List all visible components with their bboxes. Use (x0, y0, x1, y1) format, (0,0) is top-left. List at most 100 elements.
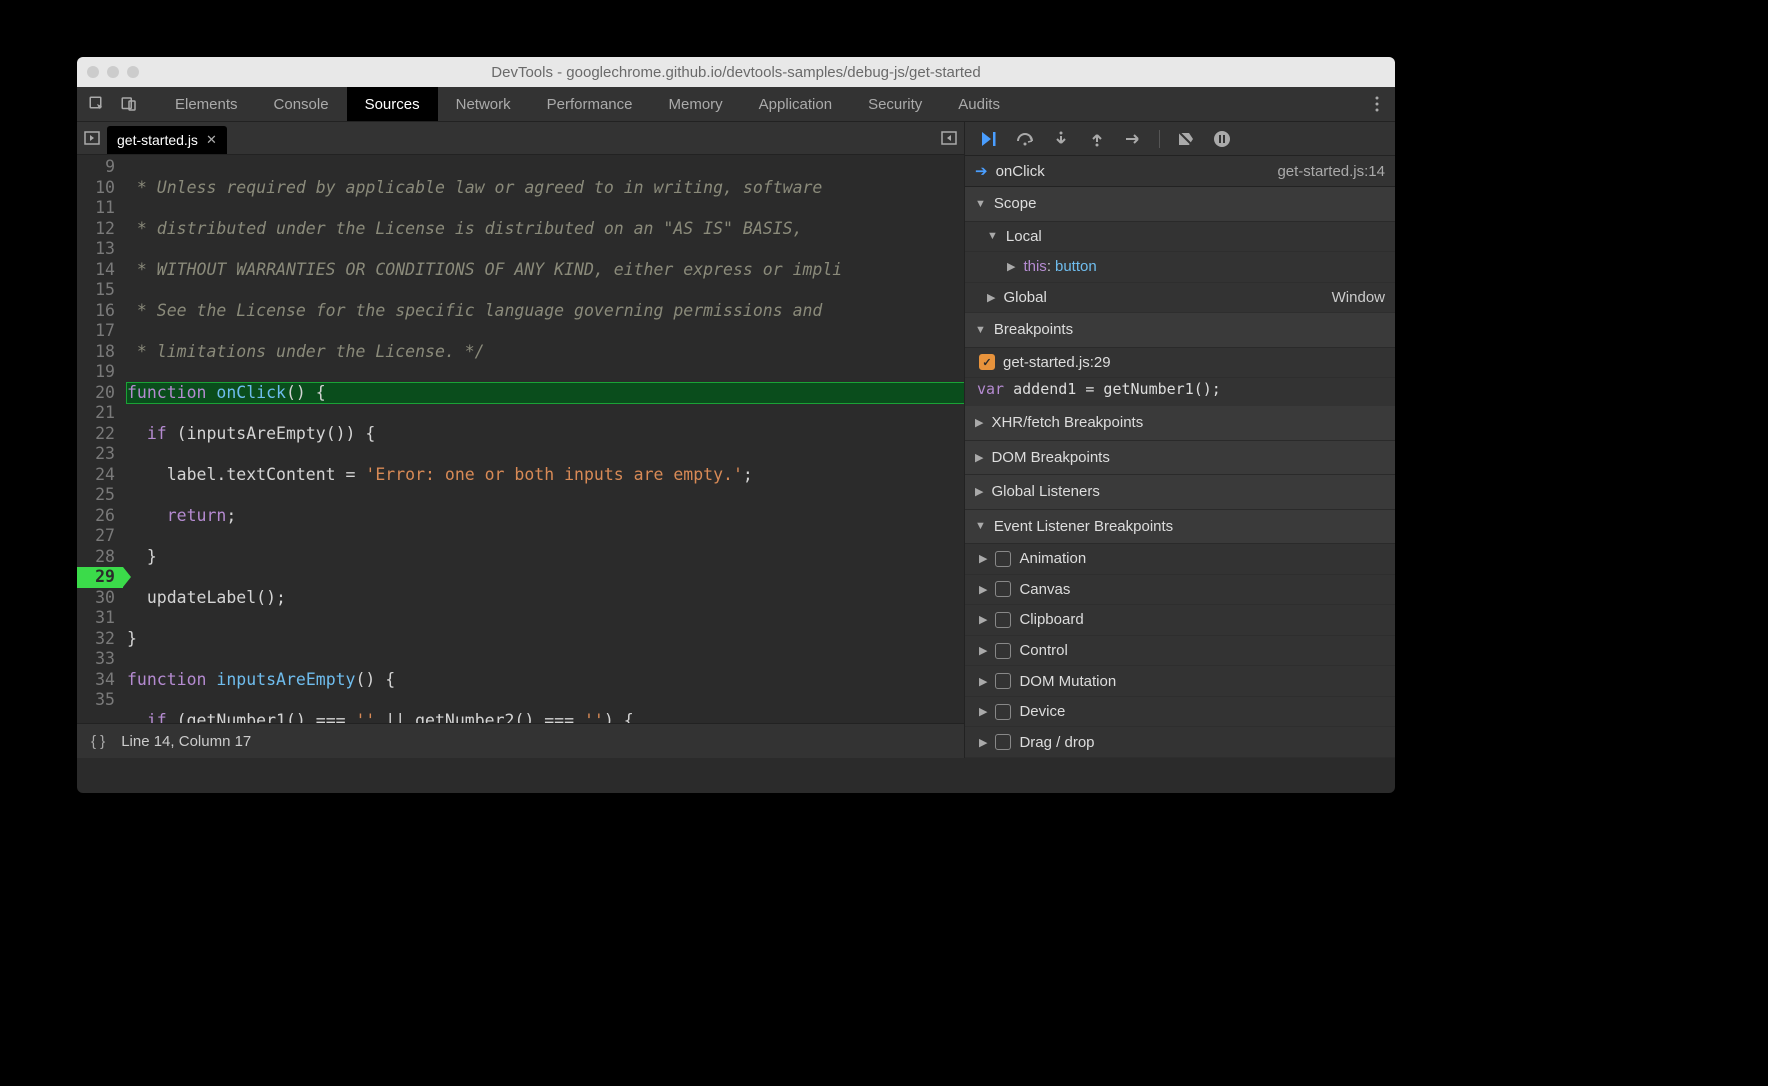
navigator-toggle-icon[interactable] (77, 130, 107, 146)
editor-pane: get-started.js ✕ 9 10 11 12 13 14 15 16 (77, 122, 964, 758)
line-number[interactable]: 14 (77, 260, 123, 281)
line-number[interactable]: 25 (77, 485, 123, 506)
line-number[interactable]: 21 (77, 403, 123, 424)
debugger-toggle-icon[interactable] (934, 130, 964, 146)
scope-section-header[interactable]: ▼Scope (965, 187, 1395, 221)
breakpoints-section-header[interactable]: ▼Breakpoints (965, 313, 1395, 347)
checkbox-icon[interactable] (995, 581, 1011, 597)
disclosure-right-icon: ▶ (979, 736, 987, 749)
xhr-breakpoints-header[interactable]: ▶XHR/fetch Breakpoints (965, 406, 1395, 440)
disclosure-right-icon: ▶ (975, 451, 983, 464)
line-number[interactable]: 26 (77, 506, 123, 527)
scope-variable-row[interactable]: ▶this: button (965, 252, 1395, 283)
line-number[interactable]: 11 (77, 198, 123, 219)
tab-memory[interactable]: Memory (651, 87, 741, 121)
line-number[interactable]: 24 (77, 465, 123, 486)
debugger-pane: ➔ onClick get-started.js:14 ▼Scope ▼Loca… (964, 122, 1395, 758)
tab-sources[interactable]: Sources (347, 87, 438, 121)
file-tab[interactable]: get-started.js ✕ (107, 126, 227, 154)
line-number[interactable]: 34 (77, 670, 123, 691)
line-number[interactable]: 17 (77, 321, 123, 342)
line-number[interactable]: 33 (77, 649, 123, 670)
elb-category[interactable]: ▶Device (965, 697, 1395, 728)
elb-category[interactable]: ▶Clipboard (965, 605, 1395, 636)
line-number[interactable]: 19 (77, 362, 123, 383)
step-out-icon[interactable] (1087, 129, 1107, 149)
code-content[interactable]: * Unless required by applicable law or a… (123, 155, 964, 723)
checkbox-icon[interactable] (995, 704, 1011, 720)
line-number[interactable]: 22 (77, 424, 123, 445)
code-editor[interactable]: 9 10 11 12 13 14 15 16 17 18 19 20 21 22… (77, 155, 964, 723)
tab-console[interactable]: Console (256, 87, 347, 121)
line-number[interactable]: 23 (77, 444, 123, 465)
global-listeners-header[interactable]: ▶Global Listeners (965, 475, 1395, 509)
tab-network[interactable]: Network (438, 87, 529, 121)
step-icon[interactable] (1123, 129, 1143, 149)
line-number[interactable]: 18 (77, 342, 123, 363)
line-number[interactable]: 13 (77, 239, 123, 260)
disclosure-right-icon: ▶ (987, 291, 995, 304)
elb-category[interactable]: ▶Drag / drop (965, 727, 1395, 758)
disclosure-right-icon: ▶ (979, 705, 987, 718)
kebab-menu-icon[interactable] (1365, 96, 1389, 112)
line-number[interactable]: 12 (77, 219, 123, 240)
line-number[interactable]: 15 (77, 280, 123, 301)
line-number[interactable]: 31 (77, 608, 123, 629)
devtools-window: DevTools - googlechrome.github.io/devtoo… (77, 57, 1395, 793)
call-frame-arrow-icon: ➔ (975, 162, 988, 180)
debugger-toolbar (965, 122, 1395, 156)
dom-breakpoints-header[interactable]: ▶DOM Breakpoints (965, 441, 1395, 475)
elb-category[interactable]: ▶Canvas (965, 575, 1395, 606)
call-frame-location: get-started.js:14 (1277, 163, 1385, 180)
line-number[interactable]: 27 (77, 526, 123, 547)
step-into-icon[interactable] (1051, 129, 1071, 149)
tab-application[interactable]: Application (741, 87, 850, 121)
step-over-icon[interactable] (1015, 129, 1035, 149)
breakpoint-item[interactable]: get-started.js:29 (965, 348, 1395, 379)
line-number[interactable]: 35 (77, 690, 123, 711)
tab-audits[interactable]: Audits (940, 87, 1018, 121)
checkbox-icon[interactable] (995, 734, 1011, 750)
line-number-breakpoint[interactable]: 29 (77, 567, 123, 588)
tab-security[interactable]: Security (850, 87, 940, 121)
resume-icon[interactable] (979, 129, 999, 149)
disclosure-right-icon: ▶ (979, 613, 987, 626)
scope-local-row[interactable]: ▼Local (965, 222, 1395, 253)
line-number[interactable]: 28 (77, 547, 123, 568)
checkbox-icon[interactable] (995, 612, 1011, 628)
line-number[interactable]: 9 (77, 157, 123, 178)
disclosure-down-icon: ▼ (975, 324, 986, 336)
call-frame-function: onClick (996, 163, 1045, 180)
tab-performance[interactable]: Performance (529, 87, 651, 121)
code-line-execution: function onClick() { (127, 383, 964, 404)
checkbox-icon[interactable] (995, 643, 1011, 659)
tab-elements[interactable]: Elements (157, 87, 256, 121)
disclosure-down-icon: ▼ (987, 230, 998, 242)
line-number[interactable]: 16 (77, 301, 123, 322)
checkbox-checked-icon[interactable] (979, 354, 995, 370)
code-line: * limitations under the License. */ (127, 342, 485, 361)
elb-category[interactable]: ▶Animation (965, 544, 1395, 575)
call-stack-row[interactable]: ➔ onClick get-started.js:14 (965, 156, 1395, 187)
disclosure-right-icon: ▶ (979, 675, 987, 688)
event-listener-breakpoints-header[interactable]: ▼Event Listener Breakpoints (965, 510, 1395, 544)
deactivate-breakpoints-icon[interactable] (1176, 129, 1196, 149)
checkbox-icon[interactable] (995, 551, 1011, 567)
line-number[interactable]: 32 (77, 629, 123, 650)
line-gutter[interactable]: 9 10 11 12 13 14 15 16 17 18 19 20 21 22… (77, 155, 123, 723)
elb-category[interactable]: ▶Control (965, 636, 1395, 667)
close-icon[interactable]: ✕ (206, 132, 217, 148)
inspect-icon[interactable] (83, 90, 111, 118)
line-number[interactable]: 30 (77, 588, 123, 609)
elb-category[interactable]: ▶DOM Mutation (965, 666, 1395, 697)
scope-global-row[interactable]: ▶GlobalWindow (965, 283, 1395, 314)
line-number[interactable]: 20 (77, 383, 123, 404)
line-number[interactable]: 10 (77, 178, 123, 199)
checkbox-icon[interactable] (995, 673, 1011, 689)
pause-on-exceptions-icon[interactable] (1212, 129, 1232, 149)
pretty-print-icon[interactable]: { } (91, 733, 105, 750)
code-line: * distributed under the License is distr… (127, 219, 803, 238)
cursor-position: Line 14, Column 17 (121, 733, 251, 750)
file-tab-name: get-started.js (117, 132, 198, 148)
device-toolbar-icon[interactable] (115, 90, 143, 118)
